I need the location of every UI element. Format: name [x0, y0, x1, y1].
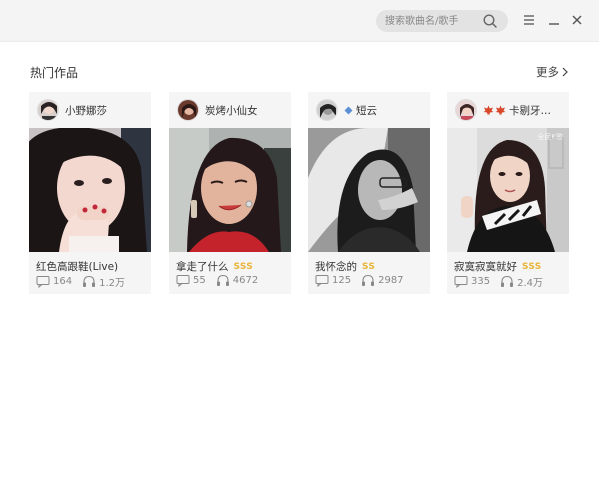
song-title[interactable]: 拿走了什么 SSS [176, 259, 253, 274]
username[interactable]: 小野娜莎 [65, 103, 107, 118]
close-icon[interactable] [569, 12, 585, 28]
card-header: 炭烤小仙女 [169, 92, 291, 128]
comment-icon [454, 276, 468, 288]
maple-leaf-icon [495, 105, 506, 116]
card-stats: 55 4672 [176, 274, 258, 287]
avatar[interactable] [37, 99, 59, 121]
work-card[interactable]: 卡剔牙… 全民K歌 寂寞寂寞就好 SSS 335 2.4万 [447, 92, 569, 294]
comment-count: 55 [193, 275, 206, 286]
play-count: 2.4万 [517, 278, 543, 289]
work-card[interactable]: 小野娜莎 红色高跟鞋(Live) 164 1.2万 [29, 92, 151, 294]
more-label: 更多 [536, 65, 559, 79]
card-stats: 125 2987 [315, 274, 404, 287]
song-name: 我怀念的 [315, 261, 357, 273]
search-box[interactable] [376, 10, 508, 32]
username-text: 卡剔牙… [509, 105, 551, 117]
headphones-icon [83, 275, 96, 287]
song-title[interactable]: 寂寞寂寞就好 SSS [454, 259, 542, 274]
username-text: 短云 [356, 105, 377, 117]
menu-icon[interactable] [521, 12, 537, 28]
card-header: 小野娜莎 [29, 92, 151, 128]
comment-icon [176, 275, 190, 287]
card-header: 短云 [308, 92, 430, 128]
username[interactable]: 卡剔牙… [483, 103, 551, 118]
cover-photo[interactable]: 全民K歌 [447, 128, 569, 252]
maple-leaf-icon [483, 105, 494, 116]
song-name: 寂寞寂寞就好 [454, 261, 517, 273]
cover-photo[interactable] [308, 128, 430, 252]
level-badge: SS [362, 261, 376, 272]
headphones-icon [216, 274, 229, 286]
card-stats: 164 1.2万 [36, 274, 125, 289]
username[interactable]: 短云 [344, 103, 377, 118]
card-stats: 335 2.4万 [454, 274, 543, 289]
comment-icon [36, 276, 50, 288]
song-name: 红色高跟鞋(Live) [36, 261, 119, 273]
work-card[interactable]: 短云 我怀念的 SS 125 2987 [308, 92, 430, 294]
song-title[interactable]: 红色高跟鞋(Live) [36, 259, 118, 274]
cover-photo[interactable] [169, 128, 291, 252]
level-badge: SSS [233, 261, 254, 272]
username[interactable]: 炭烤小仙女 [205, 103, 258, 118]
level-badge: SSS [522, 261, 542, 272]
play-count: 4672 [232, 275, 259, 286]
diamond-icon [344, 106, 353, 115]
comment-icon [315, 275, 329, 287]
play-count: 1.2万 [99, 278, 125, 289]
minimize-icon[interactable] [546, 12, 562, 28]
avatar[interactable] [316, 99, 338, 121]
search-input[interactable] [385, 12, 481, 30]
cover-photo[interactable] [29, 128, 151, 252]
chevron-right-icon [562, 67, 568, 77]
headphones-icon [362, 274, 375, 286]
title-bar [0, 0, 599, 42]
comment-count: 164 [53, 276, 73, 287]
watermark: 全民K歌 [537, 133, 563, 141]
search-icon[interactable] [482, 13, 498, 29]
comment-count: 125 [332, 275, 352, 286]
section-title: 热门作品 [30, 66, 79, 80]
work-card[interactable]: 炭烤小仙女 拿走了什么 SSS 55 4672 [169, 92, 291, 294]
card-header: 卡剔牙… [447, 92, 569, 128]
headphones-icon [501, 275, 514, 287]
play-count: 2987 [378, 275, 404, 286]
avatar[interactable] [177, 99, 199, 121]
song-title[interactable]: 我怀念的 SS [315, 259, 375, 274]
more-link[interactable]: 更多 [536, 64, 569, 80]
avatar[interactable] [455, 99, 477, 121]
song-name: 拿走了什么 [176, 261, 229, 273]
comment-count: 335 [471, 276, 491, 287]
